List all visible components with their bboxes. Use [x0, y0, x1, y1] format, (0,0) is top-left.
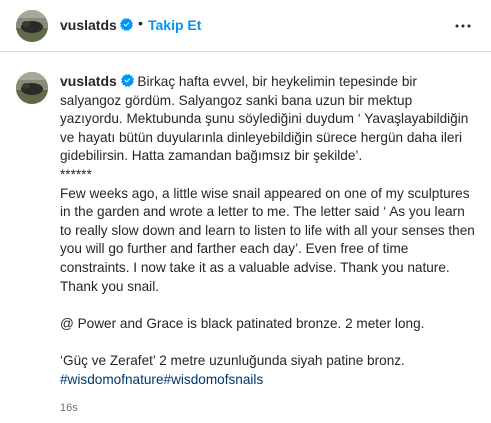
verified-badge-icon	[120, 18, 133, 31]
more-horizontal-icon[interactable]	[451, 14, 475, 38]
caption-stars: ******	[60, 166, 92, 182]
header-separator: •	[138, 15, 143, 31]
avatar-image	[16, 10, 48, 42]
verified-badge-icon	[120, 74, 134, 87]
caption-hashtags[interactable]: #wisdomofnature#wisdomofsnails	[60, 372, 263, 387]
avatar-image	[16, 72, 48, 104]
caption-text-english: Few weeks ago, a little wise snail appea…	[60, 185, 479, 294]
header-avatar[interactable]	[16, 10, 48, 42]
caption-info-english: @ Power and Grace is black patinated bro…	[60, 315, 425, 331]
caption-info-turkish: ‘Güç ve Zerafet’ 2 metre uzunluğunda siy…	[60, 352, 405, 368]
post-header: vuslatds • Takip Et	[0, 0, 491, 52]
post-caption: vuslatds Birkaç hafta evvel, bir heykeli…	[60, 72, 478, 389]
post-timestamp: 16s	[60, 402, 78, 414]
header-username[interactable]: vuslatds	[60, 17, 117, 33]
caption-text-turkish: Birkaç hafta evvel, bir heykelimin tepes…	[60, 74, 473, 164]
caption-avatar[interactable]	[16, 72, 48, 104]
follow-button[interactable]: Takip Et	[148, 17, 201, 33]
caption-username[interactable]: vuslatds	[60, 73, 117, 89]
